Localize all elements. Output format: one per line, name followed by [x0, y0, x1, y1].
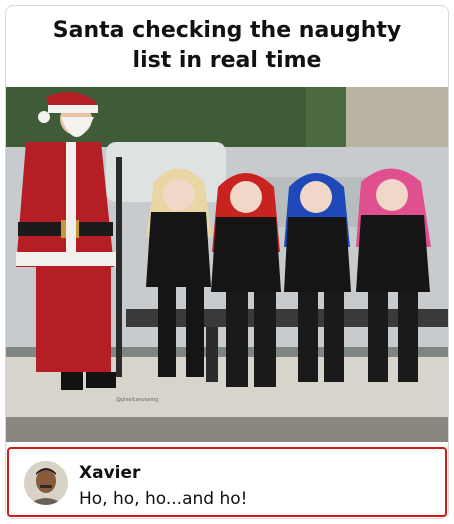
photo-illustration: @pixelcanvasing — [6, 87, 448, 442]
meme-caption: Santa checking the naughty list in real … — [52, 18, 402, 73]
photo-watermark: @pixelcanvasing — [116, 397, 158, 403]
avatar — [24, 461, 68, 505]
tree — [306, 87, 346, 152]
comment-box: Xavier Ho, ho, ho...and ho! — [7, 447, 447, 517]
meme-photo: @pixelcanvasing — [6, 87, 448, 442]
caption-area: Santa checking the naughty list in real … — [6, 6, 448, 86]
avatar-portrait — [24, 461, 68, 505]
curb — [6, 417, 448, 442]
comment-author[interactable]: Xavier — [79, 463, 140, 483]
comment-text: Ho, ho, ho...and ho! — [79, 489, 248, 509]
bench-leg — [206, 327, 218, 382]
bench-frame — [116, 157, 122, 377]
meme-card: Santa checking the naughty list in real … — [5, 5, 449, 519]
